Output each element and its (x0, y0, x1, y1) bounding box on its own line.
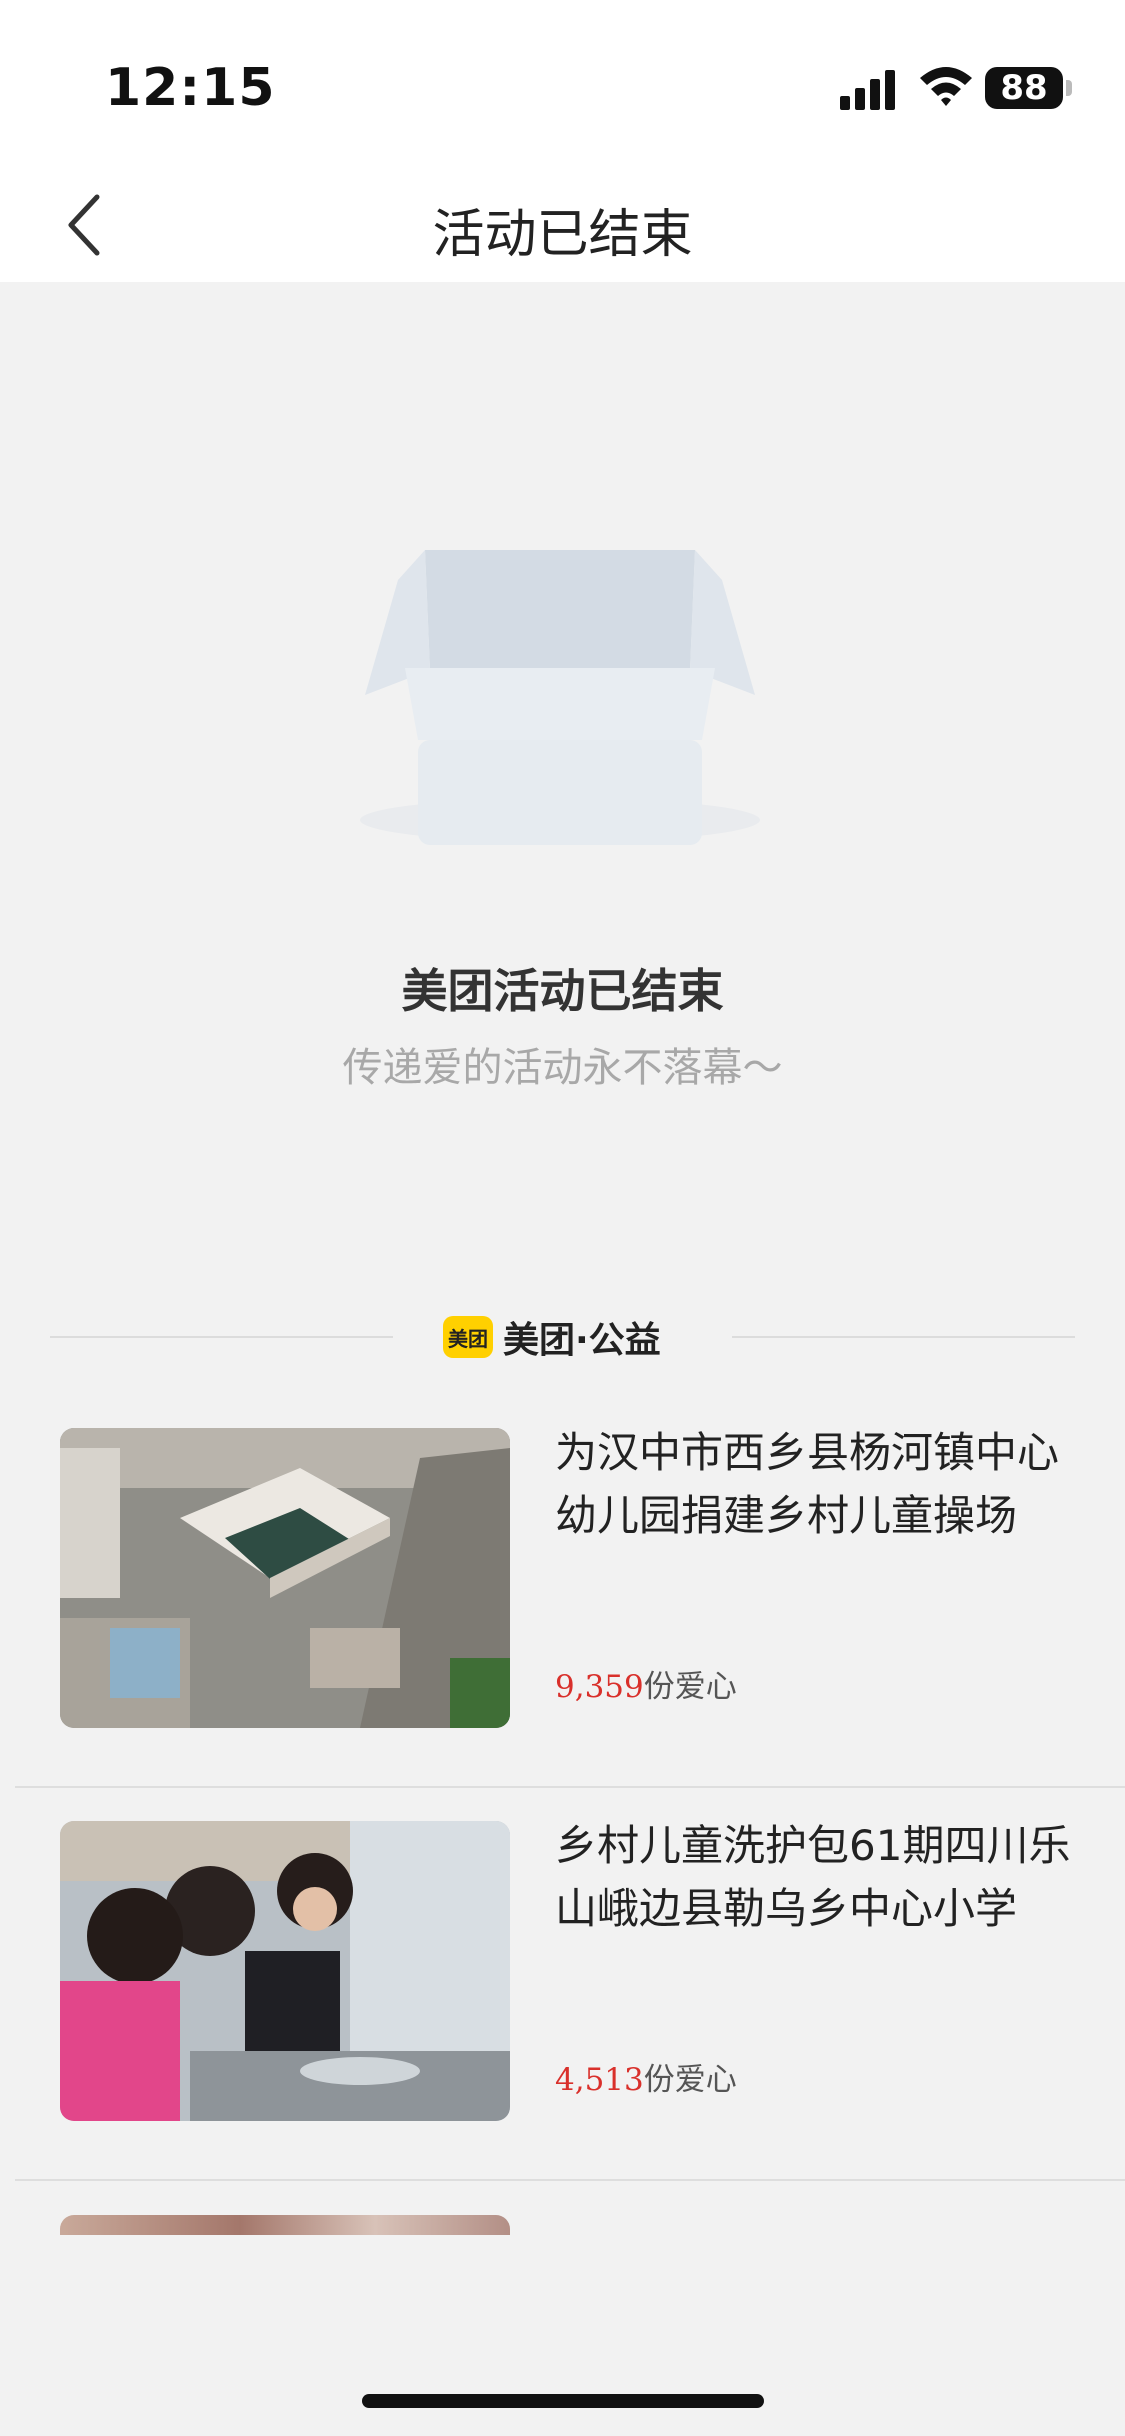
divider-left (50, 1336, 393, 1338)
status-time: 12:15 (105, 58, 276, 118)
home-indicator[interactable] (362, 2394, 764, 2408)
page-title: 活动已结束 (432, 205, 693, 265)
signal-icon (840, 70, 895, 110)
love-count-number: 9,359 (555, 1669, 644, 1705)
status-bar: 12:15 88 (0, 0, 1125, 170)
brand-header: 美团 美团·公益 (443, 1312, 661, 1362)
empty-state-title: 美团活动已结束 (401, 964, 724, 1018)
battery-icon: 88 (985, 67, 1063, 109)
project-love-count: 9,359份爱心 (555, 1661, 737, 1706)
love-count-number: 4,513 (555, 2062, 644, 2098)
project-title: 为汉中市西乡县杨河镇中心幼儿园捐建乡村儿童操场 (555, 1428, 1060, 1540)
love-count-unit: 份爱心 (643, 2062, 737, 2098)
open-box-icon (360, 550, 760, 845)
children-washing-photo (60, 1821, 510, 2121)
project-title: 乡村儿童洗护包61期四川乐山峨边县勒乌乡中心小学 (555, 1821, 1071, 1933)
brand-name: 美团·公益 (503, 1320, 661, 1361)
project-love-count: 4,513份爱心 (555, 2054, 737, 2099)
meituan-logo-icon: 美团 (443, 1316, 493, 1358)
nav-bar: 活动已结束 (0, 170, 1125, 282)
wifi-icon (920, 67, 972, 106)
project-card[interactable]: 为汉中市西乡县杨河镇中心幼儿园捐建乡村儿童操场 9,359份爱心 (15, 1393, 1125, 1788)
aerial-school-photo (60, 1428, 510, 1728)
battery-cap (1066, 80, 1072, 96)
partial-project-image[interactable] (60, 2215, 510, 2235)
love-count-unit: 份爱心 (643, 1669, 737, 1705)
empty-state-subtitle: 传递爱的活动永不落幕～ (342, 1045, 783, 1091)
divider-right (732, 1336, 1075, 1338)
project-card[interactable]: 乡村儿童洗护包61期四川乐山峨边县勒乌乡中心小学 4,513份爱心 (15, 1786, 1125, 2181)
